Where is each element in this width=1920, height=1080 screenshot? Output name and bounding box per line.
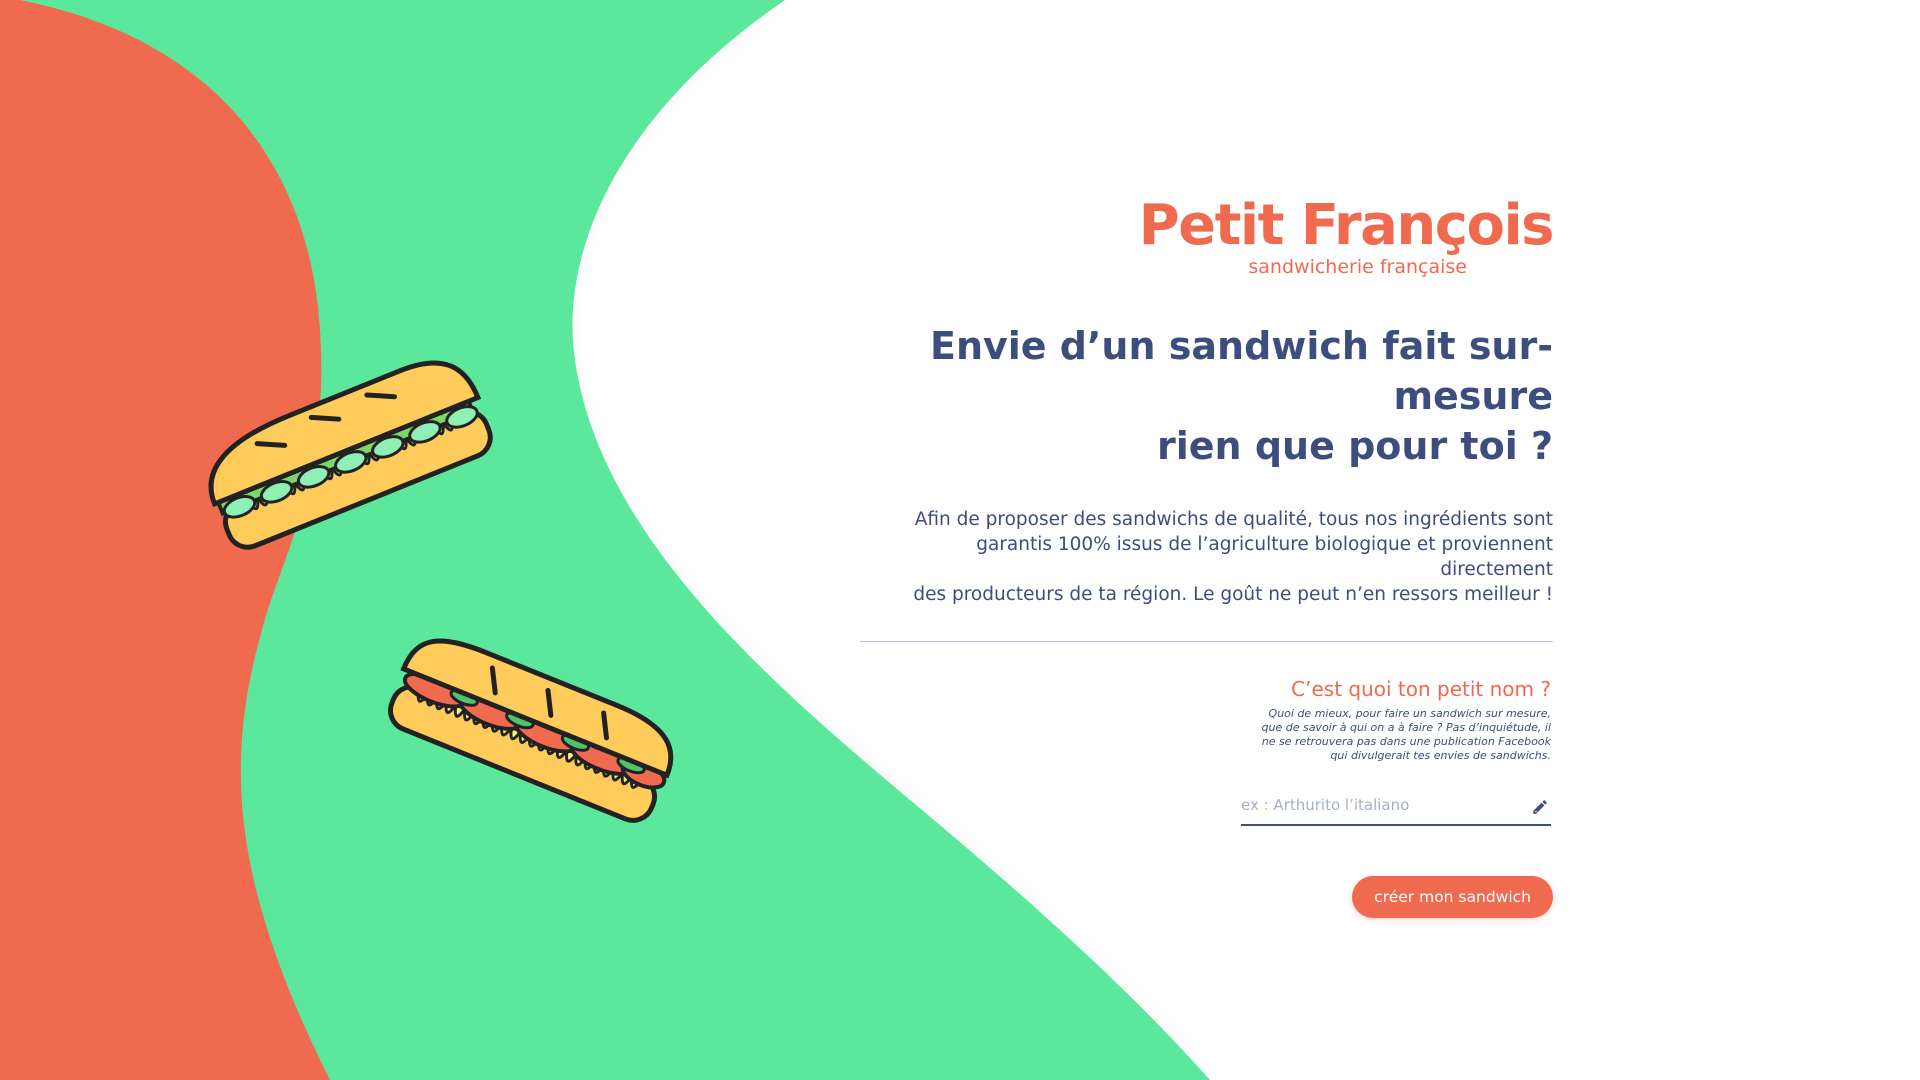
name-field <box>1241 790 1551 826</box>
headline-line-2: rien que pour toi ? <box>1157 424 1553 468</box>
help-line-3: ne se retrouvera pas dans une publicatio… <box>1261 735 1551 748</box>
sandwich-lettuce-illustration <box>208 360 493 550</box>
main-content: Petit François sandwicherie française En… <box>860 193 1555 918</box>
help-line-4: qui divulgerait tes envies de sandwichs. <box>1330 749 1551 762</box>
page-title: Envie d’un sandwich fait sur-mesure rien… <box>860 321 1553 471</box>
intro-text: Afin de proposer des sandwichs de qualit… <box>860 507 1553 607</box>
intro-line-1: Afin de proposer des sandwichs de qualit… <box>914 509 1553 530</box>
name-input[interactable] <box>1241 790 1521 820</box>
pencil-icon[interactable] <box>1531 798 1549 816</box>
intro-line-3: des producteurs de ta région. Le goût ne… <box>913 584 1553 605</box>
brand-logo: Petit François <box>1138 193 1555 258</box>
sandwich-tomato-illustration <box>387 638 674 823</box>
help-line-2: que de savoir à qui on a à faire ? Pas d… <box>1261 721 1552 734</box>
brand-tagline: sandwicherie française <box>1248 256 1467 278</box>
name-question-label: C’est quoi ton petit nom ? <box>1291 677 1551 701</box>
intro-line-2: garantis 100% issus de l’agriculture bio… <box>976 534 1553 580</box>
name-help-text: Quoi de mieux, pour faire un sandwich su… <box>1251 707 1552 763</box>
divider <box>860 641 1553 642</box>
help-line-1: Quoi de mieux, pour faire un sandwich su… <box>1268 707 1551 720</box>
headline-line-1: Envie d’un sandwich fait sur-mesure <box>929 324 1553 418</box>
create-sandwich-button[interactable]: créer mon sandwich <box>1352 876 1553 918</box>
